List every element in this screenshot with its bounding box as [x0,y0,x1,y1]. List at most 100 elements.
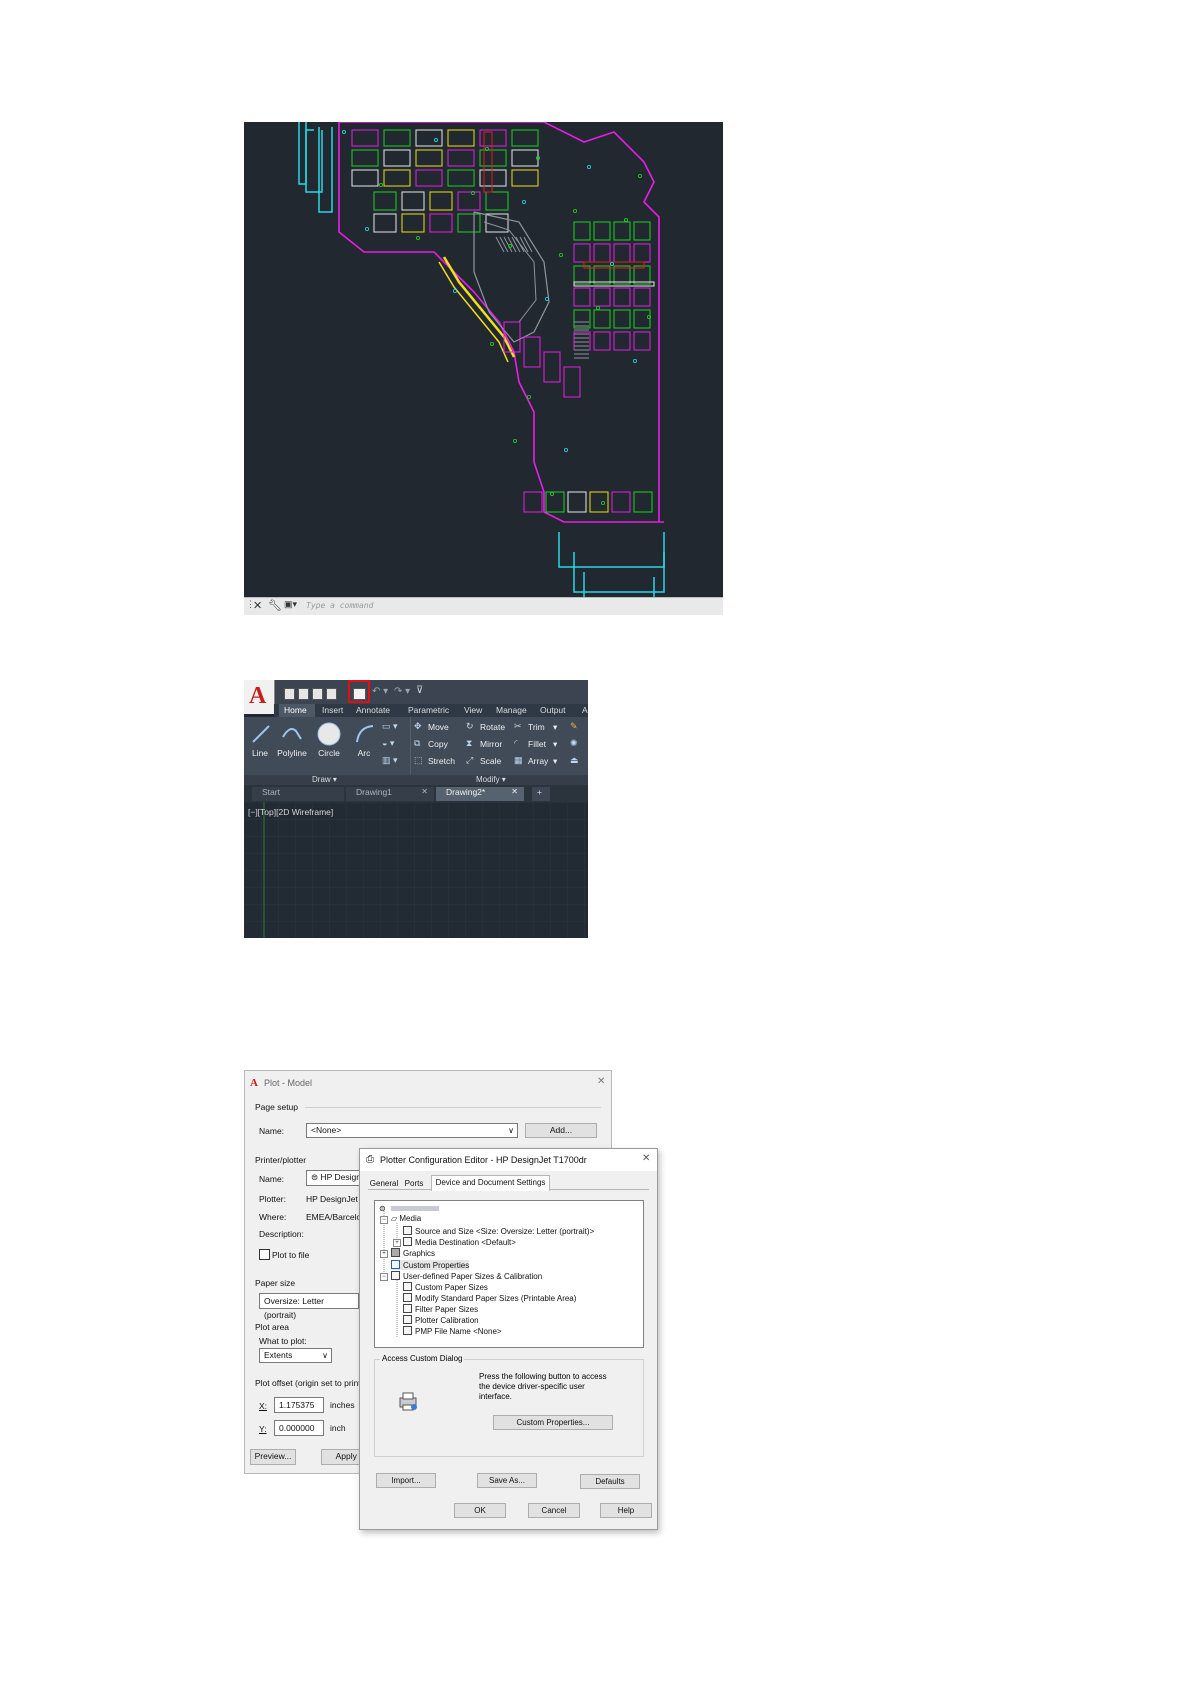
add-button[interactable]: Add... [525,1123,597,1138]
tree-node-custom-paper-sizes[interactable]: Custom Paper Sizes [403,1282,488,1292]
tab-overflow[interactable]: A [582,705,588,715]
tab-device-document-settings[interactable]: Device and Document Settings [431,1175,550,1191]
tree-node-pmp-file[interactable]: PMP File Name <None> [403,1326,502,1336]
panel-divider [410,717,411,775]
viewport-controls[interactable]: [−][Top][2D Wireframe] [248,807,333,817]
command-history-icon[interactable]: ▣▾ [284,599,297,610]
fillet-button[interactable]: Fillet [528,739,546,749]
tree-node-filter-paper-sizes[interactable]: Filter Paper Sizes [403,1304,478,1314]
file-tab-drawing1[interactable]: Drawing1 ✕ [346,787,434,801]
array-dropdown-icon[interactable]: ▾ [553,756,557,767]
defaults-button[interactable]: Defaults [580,1474,640,1489]
tree-node-graphics[interactable]: Graphics [391,1248,435,1258]
close-icon[interactable]: ✕ [253,599,262,612]
command-line[interactable]: ⋮ ✕ 🔧︎ ▣▾ Type a command [244,597,723,615]
settings-tree[interactable]: ⊜ − ⏥ Media Source and Size <Size: Overs… [374,1200,644,1348]
tab-ports[interactable]: Ports [400,1177,428,1190]
hatch-icon[interactable]: ◒ ▾ [382,738,394,749]
tree-node-plotter-calibration[interactable]: Plotter Calibration [403,1315,479,1325]
close-tab-icon[interactable]: ✕ [511,787,518,796]
expand-toggle[interactable]: + [380,1250,388,1258]
tab-home[interactable]: Home [284,705,307,715]
tab-manage[interactable]: Manage [496,705,527,715]
arc-icon [356,725,374,743]
cad-drawing-canvas[interactable] [244,122,723,614]
trim-button[interactable]: Trim [528,722,545,732]
copy-button[interactable]: Copy [428,739,448,749]
file-tab-drawing2[interactable]: Drawing2* ✕ [436,787,524,801]
application-menu-button[interactable]: A [244,680,275,714]
modify-panel-title[interactable]: Modify ▾ [476,775,506,784]
close-icon[interactable]: ✕ [597,1076,605,1087]
expand-toggle[interactable]: + [393,1239,401,1247]
open-icon[interactable] [298,688,309,700]
trim-dropdown-icon[interactable]: ▾ [553,722,557,733]
tree-node-custom-properties[interactable]: Custom Properties [391,1260,470,1270]
move-button[interactable]: Move [428,722,449,732]
import-button[interactable]: Import... [376,1473,436,1488]
explode-icon[interactable]: ✺ [570,738,578,749]
close-tab-icon[interactable]: ✕ [421,787,428,796]
page-setup-name-combo[interactable]: <None> ∨ [306,1123,518,1138]
printer-name-combo[interactable]: ⊜ HP Design [306,1170,366,1186]
command-input[interactable]: Type a command [306,601,373,610]
rectangle-icon[interactable]: ▭ ▾ [382,721,398,732]
rotate-button[interactable]: Rotate [480,722,505,732]
collapse-toggle[interactable]: − [380,1216,388,1224]
new-tab-button[interactable]: + [532,787,550,801]
erase-icon[interactable]: ✎ [570,721,578,732]
new-icon[interactable] [284,688,295,700]
plot-to-file-checkbox[interactable] [259,1249,270,1260]
tab-general[interactable]: General [368,1177,400,1190]
save-as-icon[interactable] [326,688,337,700]
tree-node-media-destination[interactable]: Media Destination <Default> [403,1237,516,1247]
ok-button[interactable]: OK [454,1503,506,1518]
paper-size-combo[interactable]: Oversize: Letter (portrait) [259,1293,359,1320]
close-icon[interactable]: ✕ [642,1153,650,1164]
scale-button[interactable]: Scale [480,756,501,766]
tree-node-media[interactable]: ⏥ Media [391,1214,421,1223]
circle-button[interactable]: Circle [312,748,346,758]
cancel-button[interactable]: Cancel [528,1503,580,1518]
access-description: Press the following button to access the… [479,1372,607,1401]
tab-annotate[interactable]: Annotate [356,705,390,715]
tree-node-user-defined[interactable]: User-defined Paper Sizes & Calibration [391,1271,542,1281]
file-tab-start[interactable]: Start [252,787,344,801]
floor-plan-drawing [298,122,665,602]
tree-node-modify-standard[interactable]: Modify Standard Paper Sizes (Printable A… [403,1293,576,1303]
paper-icon [391,1271,400,1280]
offset-x-input[interactable]: 1.175375 [274,1397,324,1413]
polyline-button[interactable]: Polyline [274,748,310,758]
collapse-toggle[interactable]: − [380,1273,388,1281]
offset-y-input[interactable]: 0.000000 [274,1420,324,1436]
offset-icon[interactable]: ⏏ [570,755,579,766]
tab-output[interactable]: Output [540,705,566,715]
custom-properties-button[interactable]: Custom Properties... [493,1415,613,1430]
document-icon [403,1304,412,1313]
array-button[interactable]: Array [528,756,548,766]
preview-button[interactable]: Preview... [250,1449,296,1465]
plot-area-group: Plot area [255,1322,290,1332]
save-as-button[interactable]: Save As... [477,1473,537,1488]
draw-panel-title[interactable]: Draw ▾ [312,775,337,784]
printer-name-value: HP Design [320,1172,361,1182]
tab-view[interactable]: View [464,705,482,715]
help-button[interactable]: Help [600,1503,652,1518]
tree-node-custom-properties-label: Custom Properties [403,1261,470,1270]
line-button[interactable]: Line [247,748,273,758]
table-icon[interactable]: ▥ ▾ [382,755,398,766]
tree-node-source-size[interactable]: Source and Size <Size: Oversize: Letter … [403,1226,594,1236]
fillet-dropdown-icon[interactable]: ▾ [553,739,557,750]
stretch-button[interactable]: Stretch [428,756,455,766]
arc-button[interactable]: Arc [350,748,378,758]
wrench-icon[interactable]: 🔧︎ [268,599,282,612]
mirror-button[interactable]: Mirror [480,739,502,749]
what-to-plot-combo[interactable]: Extents ∨ [259,1348,332,1363]
drawing-viewport[interactable]: [−][Top][2D Wireframe] [244,802,588,938]
tab-parametric[interactable]: Parametric [408,705,449,715]
customize-qat-icon[interactable]: ⊽ [416,685,423,696]
redo-icon[interactable]: ↷ ▾ [394,686,410,697]
undo-icon[interactable]: ↶ ▾ [372,686,388,697]
tab-insert[interactable]: Insert [322,705,343,715]
save-icon[interactable] [312,688,323,700]
